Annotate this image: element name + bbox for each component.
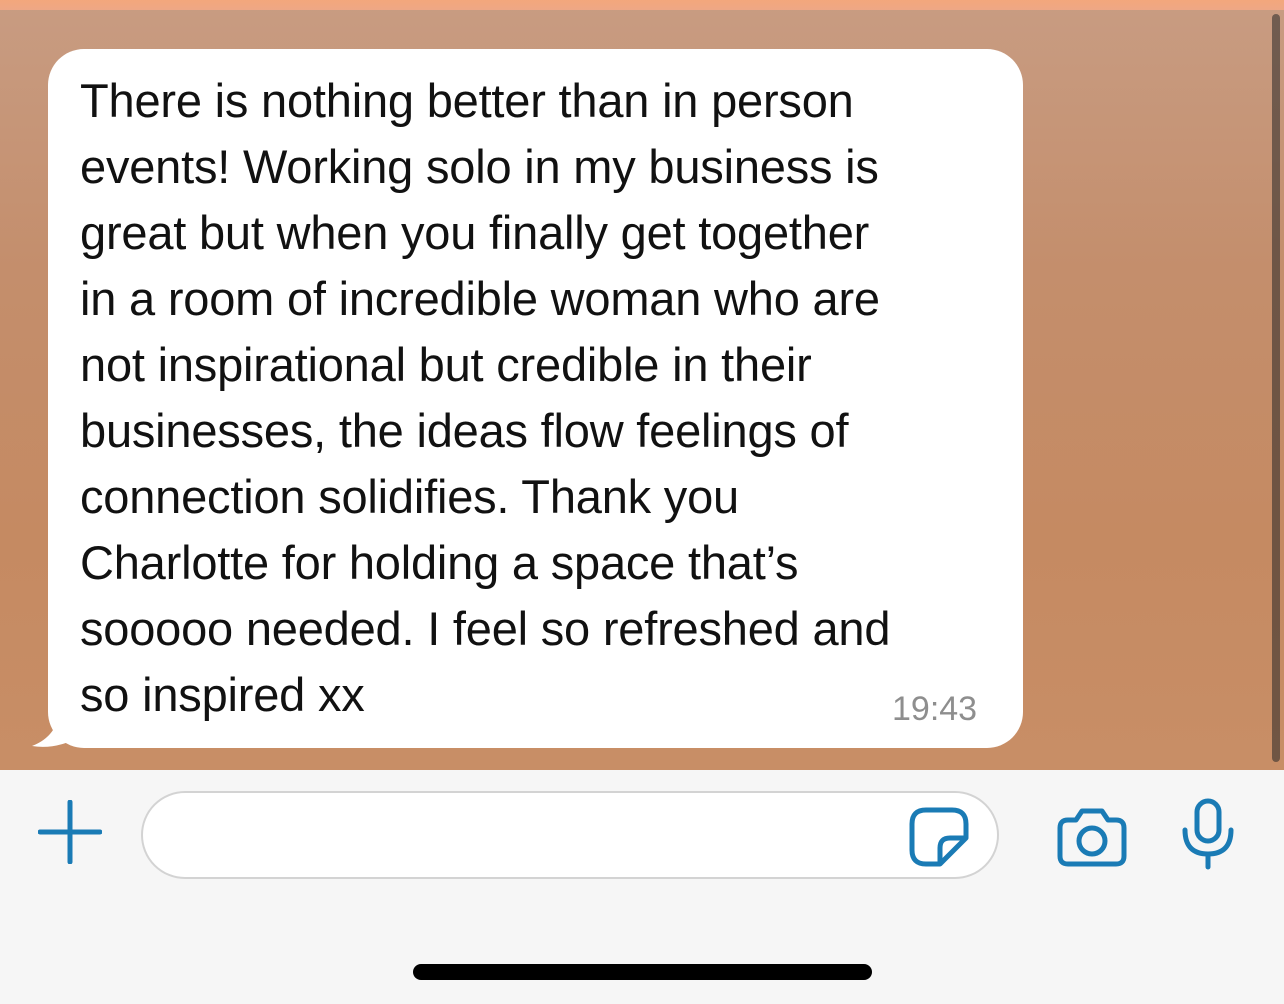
message-line: in a room of incredible woman who are	[80, 272, 880, 325]
chat-area: There is nothing better than in person e…	[0, 0, 1284, 770]
plus-icon	[37, 799, 103, 865]
message-input[interactable]	[141, 791, 999, 879]
message-line: not inspirational but credible in their	[80, 338, 812, 391]
message-line: events! Working solo in my business is	[80, 140, 879, 193]
message-text: There is nothing better than in person e…	[80, 68, 985, 728]
home-indicator[interactable]	[413, 964, 872, 980]
message-timestamp: 19:43	[892, 690, 978, 728]
header-edge	[0, 0, 1284, 10]
voice-message-button[interactable]	[1180, 798, 1236, 870]
camera-icon	[1057, 808, 1127, 867]
message-line: Charlotte for holding a space that’s	[80, 536, 799, 589]
attach-button[interactable]	[37, 799, 103, 865]
sticker-icon	[909, 807, 969, 867]
sticker-button[interactable]	[908, 806, 970, 868]
message-line: businesses, the ideas flow feelings of	[80, 404, 849, 457]
message-line: sooooo needed. I feel so refreshed and	[80, 602, 891, 655]
message-line: There is nothing better than in person	[80, 74, 854, 127]
microphone-icon	[1182, 798, 1234, 870]
message-line: connection solidifies. Thank you	[80, 470, 739, 523]
message-line: great but when you finally get together	[80, 206, 870, 259]
camera-button[interactable]	[1056, 806, 1128, 868]
scroll-indicator[interactable]	[1272, 14, 1280, 762]
message-line: so inspired xx	[80, 668, 365, 721]
